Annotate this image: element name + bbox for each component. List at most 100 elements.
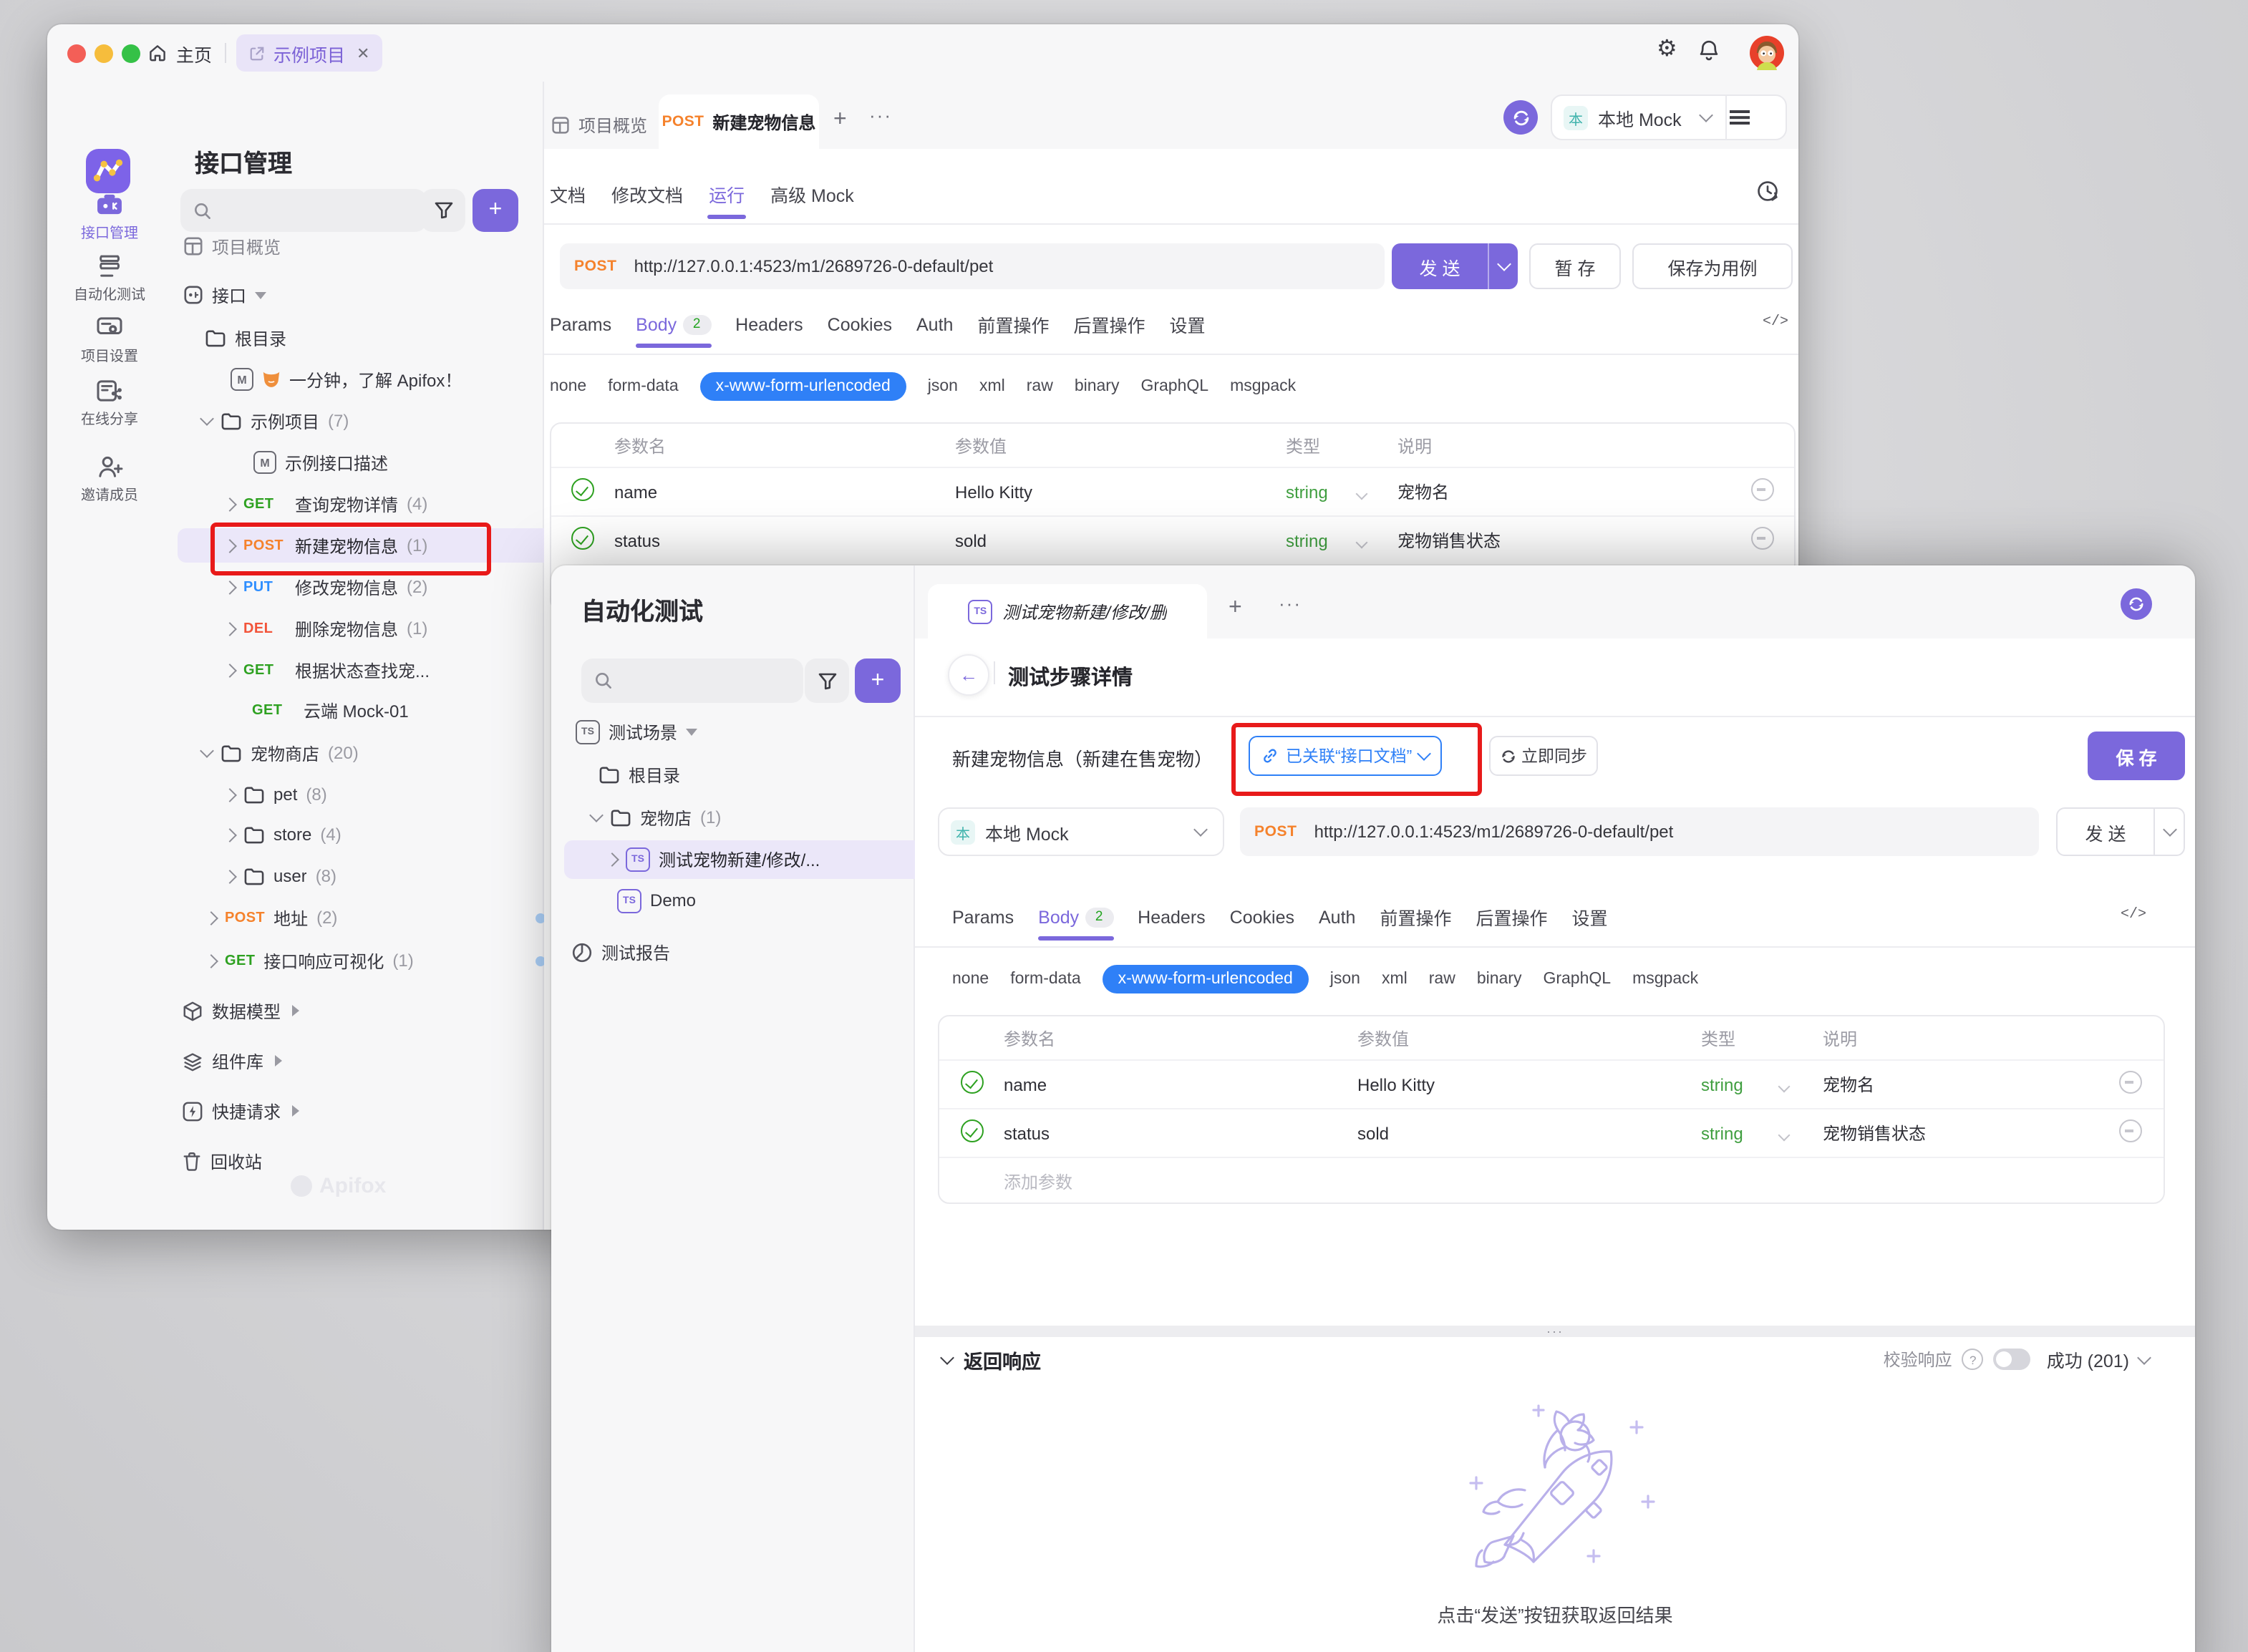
body-type-form-data[interactable]: form-data [1010,971,1080,988]
environment-select[interactable]: 本 本地 Mock [1551,94,1787,140]
tab-params[interactable]: Params [952,907,1014,940]
settings-gear-icon[interactable]: ⚙ [1657,39,1677,62]
search-input[interactable] [212,199,361,222]
rail-item-project-settings[interactable]: 项目设置 [47,316,172,365]
subtab-advanced-mock[interactable]: 高级 Mock [770,180,854,219]
tree-endpoint-get-vis[interactable]: GET 接口响应可视化(1) [178,943,560,978]
body-type-none[interactable]: none [952,971,989,988]
env-sync-icon[interactable] [2121,588,2152,620]
body-type-msgpack[interactable]: msgpack [1230,378,1296,395]
tree-section-data-models[interactable]: 数据模型 [178,993,536,1028]
body-type-json[interactable]: json [928,378,958,395]
tab-params[interactable]: Params [550,314,611,347]
rail-item-invite-member[interactable]: 邀请成员 [47,455,172,504]
tree-endpoint-put-edit[interactable]: PUT 修改宠物信息(2) [178,570,578,604]
tree-section-components[interactable]: 组件库 [178,1044,536,1078]
more-tabs-button[interactable]: ··· [1279,593,1302,614]
tree-endpoint-post-new[interactable]: POST 新建宠物信息(1) [178,528,578,563]
enabled-check-icon[interactable] [961,1071,984,1094]
body-type-xml[interactable]: xml [979,378,1005,395]
tab-cookies[interactable]: Cookies [1230,907,1294,940]
tab-pre-ops[interactable]: 前置操作 [1380,903,1451,943]
history-clock-icon[interactable] [1755,179,1780,203]
filter-button[interactable] [421,189,465,232]
save-button[interactable]: 保 存 [2088,732,2185,780]
param-row-name[interactable]: name Hello Kitty string 宠物名 [939,1059,2164,1108]
enabled-check-icon[interactable] [571,478,594,501]
stash-button[interactable]: 暂 存 [1529,243,1621,289]
tree-endpoint-get-status[interactable]: GET 根据状态查找宠...(2) [178,653,578,687]
validate-toggle[interactable] [1994,1349,2031,1370]
tab-settings[interactable]: 设置 [1170,311,1206,351]
rail-item-automation-test[interactable]: 自动化测试 [47,255,172,303]
tree-section-quick-request[interactable]: 快捷请求 [178,1094,536,1128]
send-button[interactable]: 发 送 [2056,807,2185,856]
add-api-button[interactable]: + [473,189,518,232]
body-type-graphql[interactable]: GraphQL [1140,378,1208,395]
user-avatar[interactable] [1750,36,1784,70]
env-manage-icon[interactable] [1730,110,1750,125]
remove-row-icon[interactable] [2119,1119,2142,1142]
linked-api-doc-button[interactable]: 已关联“接口文档” [1249,736,1442,776]
body-type-graphql[interactable]: GraphQL [1543,971,1611,988]
tab-post-new-pet[interactable]: POST 新建宠物信息 [659,94,819,149]
tab-post-ops[interactable]: 后置操作 [1476,903,1547,943]
tree-item-test-case[interactable]: TS 测试宠物新建/修改/... [564,840,946,879]
response-header[interactable]: 返回响应 [942,1346,1041,1374]
help-question-icon[interactable]: ? [1962,1349,1984,1370]
send-button[interactable]: 发 送 [1392,243,1518,289]
subtab-doc[interactable]: 文档 [550,180,586,219]
tree-endpoint-get-mock[interactable]: GET 云端 Mock-01 [178,693,606,727]
tree-folder-pet-shop[interactable]: 宠物商店(20) [178,736,556,770]
tab-auth[interactable]: Auth [916,314,953,347]
param-row-status[interactable]: status sold string 宠物销售状态 [939,1108,2164,1157]
tree-folder-sample-project[interactable]: 示例项目(7) [178,404,556,438]
sync-now-button[interactable]: 立即同步 [1489,736,1598,776]
tree-endpoint-del-pet[interactable]: DEL 删除宠物信息(1) [178,611,578,646]
close-window-button[interactable] [67,44,86,63]
tab-post-ops[interactable]: 后置操作 [1073,311,1145,351]
remove-row-icon[interactable] [1751,478,1774,501]
tab-test-case[interactable]: TS 测试宠物新建/修改/删 [928,584,1207,638]
rail-item-online-share[interactable]: 在线分享 [47,379,172,428]
tree-item-minute-doc[interactable]: M 一分钟，了解 Apifox！ [178,362,584,397]
search-box[interactable] [180,189,427,232]
type-caret-icon[interactable] [1778,1080,1791,1092]
tab-settings[interactable]: 设置 [1572,903,1608,943]
code-view-icon[interactable]: </> [2121,908,2146,923]
request-url-bar[interactable]: POST http://127.0.0.1:4523/m1/2689726-0-… [560,243,1385,289]
env-sync-icon[interactable] [1503,100,1538,135]
add-tab-button[interactable]: + [833,107,847,133]
type-caret-icon[interactable] [1356,487,1368,500]
body-type-binary[interactable]: binary [1075,378,1120,395]
save-as-case-button[interactable]: 保存为用例 [1632,243,1793,289]
request-url-bar[interactable]: POST http://127.0.0.1:4523/m1/2689726-0-… [1240,807,2039,856]
tab-headers[interactable]: Headers [1138,907,1206,940]
body-type-urlencoded[interactable]: x-www-form-urlencoded [1103,965,1309,993]
tree-section-test-report[interactable]: 测试报告 [557,935,925,969]
add-param-row[interactable]: 添加参数 [939,1157,2164,1204]
environment-select[interactable]: 本 本地 Mock [938,807,1224,856]
tree-section-test-scenes[interactable]: TS 测试场景 [557,714,929,749]
tree-endpoint-post-addr[interactable]: POST 地址(2) [178,900,560,935]
remove-row-icon[interactable] [2119,1071,2142,1094]
subtab-run[interactable]: 运行 [709,180,745,219]
more-tabs-button[interactable]: ··· [869,105,892,126]
add-scene-button[interactable]: + [855,659,901,703]
body-type-raw[interactable]: raw [1027,378,1053,395]
tree-endpoint-get-detail[interactable]: GET 查询宠物详情(4) [178,487,578,521]
maximize-window-button[interactable] [122,44,140,63]
home-nav[interactable]: 主页 [147,36,212,70]
tab-project-overview[interactable]: 项目概览 [551,107,647,142]
body-type-msgpack[interactable]: msgpack [1632,971,1698,988]
tree-item-root-dir[interactable]: 根目录 [178,321,558,355]
body-type-form-data[interactable]: form-data [608,378,678,395]
tree-folder-pet[interactable]: pet(8) [178,777,578,812]
body-type-none[interactable]: none [550,378,586,395]
subtab-edit-doc[interactable]: 修改文档 [611,180,683,219]
tab-body[interactable]: Body2 [636,314,711,347]
param-row-status[interactable]: status sold string 宠物销售状态 [551,515,1794,564]
tree-folder-pet-store[interactable]: 宠物店(1) [557,800,945,835]
tree-item-demo[interactable]: TS Demo [557,883,971,918]
body-type-raw[interactable]: raw [1429,971,1455,988]
